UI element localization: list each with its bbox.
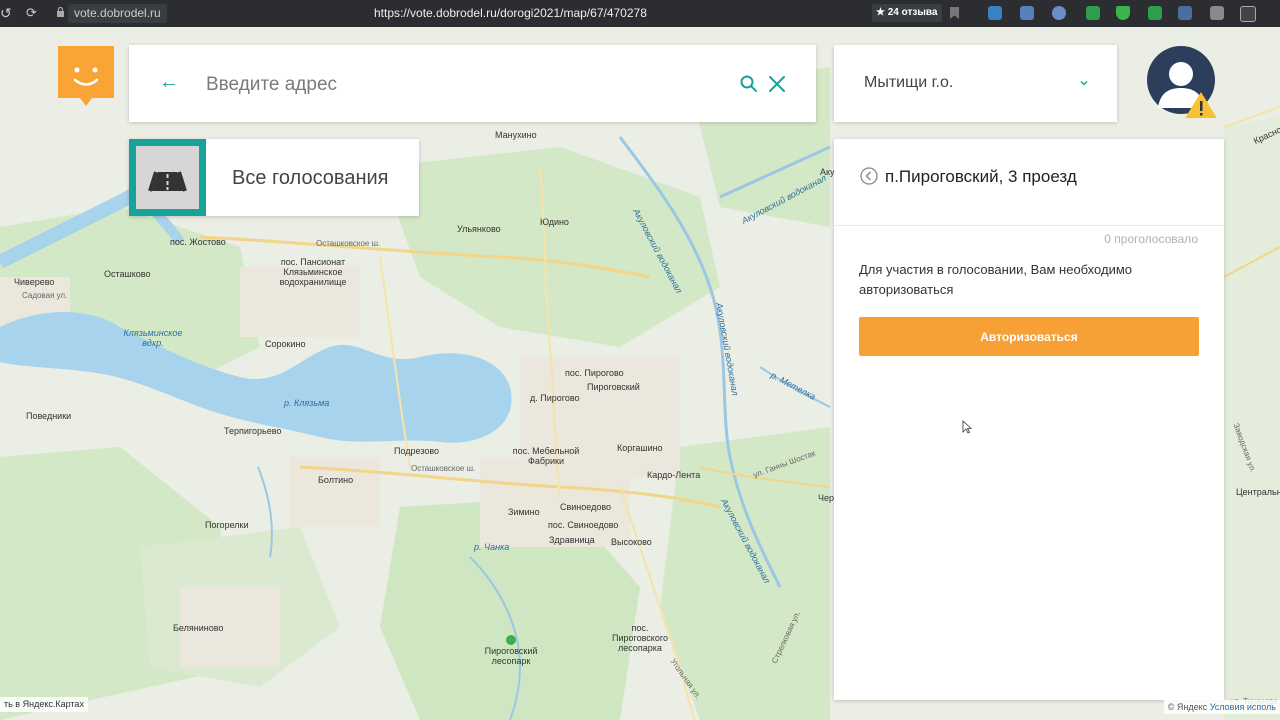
map-label: Здравница xyxy=(549,535,595,545)
map-label: Пироговский xyxy=(587,382,640,392)
map-label: Юдино xyxy=(540,217,569,227)
map-label: Осташково xyxy=(104,269,151,279)
vote-details-panel: п.Пироговский, 3 проезд 0 проголосовало … xyxy=(834,139,1224,700)
map-label: д. Пирогово xyxy=(530,393,580,403)
terms-link[interactable]: Условия исполь xyxy=(1210,702,1276,712)
extension-icon[interactable] xyxy=(1210,6,1224,20)
map-label: Центральные xyxy=(1236,487,1280,497)
open-in-yandex-maps-link[interactable]: ть в Яндекс.Картах xyxy=(0,697,88,712)
panel-title: п.Пироговский, 3 проезд xyxy=(885,167,1077,186)
address-search-input[interactable] xyxy=(204,67,728,103)
browser-toolbar: ↺ ⟳ vote.dobrodel.ru https://vote.dobrod… xyxy=(0,0,1280,27)
reviews-badge[interactable]: ★ 24 отзыва xyxy=(872,4,942,22)
shield-icon[interactable] xyxy=(1116,6,1130,20)
map-label: Ульянково xyxy=(457,224,501,234)
mouse-cursor-icon xyxy=(962,420,972,434)
map-label: Сорокино xyxy=(265,339,306,349)
map-label: Осташковское ш. xyxy=(316,239,381,248)
map-label: пос. Пансионат Клязьминское водохранилище xyxy=(279,257,347,287)
cloud-icon[interactable] xyxy=(1052,6,1066,20)
domain-chip[interactable]: vote.dobrodel.ru xyxy=(68,4,167,23)
map-label: Чер xyxy=(818,493,835,503)
map-label: пос. Жостово xyxy=(170,237,226,247)
map-label: Манухино xyxy=(495,130,537,140)
close-icon[interactable] xyxy=(768,75,786,93)
map-label: Коргашино xyxy=(617,443,663,453)
map-label: Зимино xyxy=(508,507,540,517)
map-label: Подрезово xyxy=(394,446,440,456)
divider xyxy=(834,225,1224,226)
map-label: Осташковское ш. xyxy=(411,464,476,473)
road-category-tile xyxy=(129,139,206,216)
copyright-text: © Яндекс xyxy=(1167,702,1208,712)
map-label: р. Чанка xyxy=(474,542,510,552)
map-label: Садовая ул. xyxy=(22,291,68,300)
map-attribution: © Яндекс Условия исполь xyxy=(1163,700,1280,714)
map-label: Погорелки xyxy=(205,520,249,530)
back-arrow-icon[interactable]: ← xyxy=(159,72,179,92)
search-icon[interactable] xyxy=(740,75,758,93)
map-label: Высоково xyxy=(611,537,652,547)
user-avatar[interactable] xyxy=(1146,46,1218,118)
address-search-box: ← xyxy=(129,45,816,122)
extension-icon[interactable] xyxy=(1240,6,1256,22)
vote-count: 0 проголосовало xyxy=(1104,232,1198,246)
mail-icon[interactable] xyxy=(1020,6,1034,20)
region-select[interactable]: Мытищи г.о. xyxy=(834,45,1117,122)
bookmark-icon[interactable] xyxy=(950,7,959,19)
reload-icon[interactable]: ⟳ xyxy=(26,5,37,21)
dobrodel-logo[interactable] xyxy=(58,46,114,106)
map-label: пос. Пирогово xyxy=(565,368,624,378)
back-icon[interactable]: ↺ xyxy=(0,5,12,21)
map-label: Терпигорьево xyxy=(224,426,282,436)
download-icon[interactable] xyxy=(1086,6,1100,20)
back-circle-icon[interactable] xyxy=(860,167,878,185)
map-label: Кардо-Лента xyxy=(647,470,701,480)
mail-icon[interactable] xyxy=(988,6,1002,20)
download-icon[interactable] xyxy=(1148,6,1162,20)
map-label: Пироговский лесопарк xyxy=(484,646,538,666)
map-label: пос. Свиноедово xyxy=(548,520,619,530)
map-label: Чиверево xyxy=(14,277,55,287)
authorize-button[interactable]: Авторизоваться xyxy=(859,317,1199,356)
map-label: Болтино xyxy=(318,475,354,485)
all-votes-label: Все голосования xyxy=(232,167,389,189)
map-label: пос. Пироговского лесопарка xyxy=(612,623,668,653)
map-label: Поведники xyxy=(26,411,72,421)
map-label: Клязьминское вдхр. xyxy=(123,328,183,348)
map-label: пос. Мебельной Фабрики xyxy=(512,446,580,466)
lock-icon xyxy=(57,6,64,17)
extension-icon[interactable] xyxy=(1178,6,1192,20)
map-label: Беляниново xyxy=(173,623,224,633)
map-label: р. Клязьма xyxy=(284,398,330,408)
region-select-value: Мытищи г.о. xyxy=(864,74,954,91)
auth-message: Для участия в голосовании, Вам необходим… xyxy=(859,262,1132,297)
map-label: Свиноедово xyxy=(560,502,612,512)
chevron-down-icon xyxy=(1080,80,1088,86)
all-votes-button[interactable]: Все голосования xyxy=(129,139,419,216)
road-icon xyxy=(148,171,187,192)
address-bar-url[interactable]: https://vote.dobrodel.ru/dorogi2021/map/… xyxy=(374,6,647,20)
